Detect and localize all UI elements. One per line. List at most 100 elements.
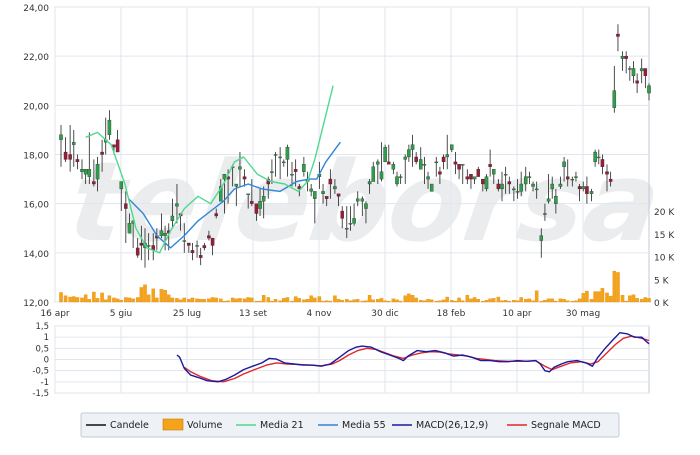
candle-body bbox=[628, 68, 632, 70]
candle-body bbox=[345, 228, 349, 230]
volume-bar bbox=[119, 300, 124, 303]
candle-body bbox=[124, 203, 128, 209]
volume-bar bbox=[624, 300, 628, 303]
volume-bar bbox=[234, 298, 239, 303]
candle-body bbox=[107, 119, 112, 135]
volume-bar bbox=[410, 295, 415, 303]
volume-bar bbox=[166, 294, 171, 303]
candle-body bbox=[558, 183, 563, 187]
volume-tick-label: 5 K bbox=[654, 276, 670, 286]
volume-bar bbox=[391, 298, 396, 303]
volume-bar bbox=[438, 300, 442, 303]
volume-bar bbox=[187, 299, 191, 303]
volume-bar bbox=[80, 297, 84, 303]
volume-bar bbox=[367, 295, 372, 303]
candle-body bbox=[182, 240, 187, 242]
legend-label: Media 55 bbox=[342, 420, 386, 431]
volume-bar bbox=[170, 297, 175, 303]
volume-bar bbox=[328, 300, 333, 303]
macd-y-tick-label: 1,5 bbox=[35, 322, 49, 332]
candle-body bbox=[83, 169, 88, 175]
candle-body bbox=[63, 151, 68, 160]
legend: Candele Volume Media 21 Media 55 MACD(26,12,… bbox=[80, 412, 620, 438]
volume-bar bbox=[115, 298, 120, 303]
candle-body bbox=[441, 156, 446, 163]
candle-body bbox=[282, 161, 286, 164]
volume-tick-label: 10 K bbox=[654, 254, 675, 264]
candle-body bbox=[198, 255, 203, 258]
candle-body bbox=[309, 188, 313, 192]
volume-bar bbox=[178, 299, 183, 303]
x-tick-label: 4 nov bbox=[306, 309, 332, 319]
volume-bar bbox=[278, 300, 282, 303]
volume-bar bbox=[92, 291, 96, 303]
candle-body bbox=[238, 166, 242, 170]
volume-bar bbox=[68, 296, 72, 303]
candle-body bbox=[429, 183, 434, 192]
candle-body bbox=[414, 156, 418, 163]
volume-bar bbox=[155, 297, 159, 303]
candle-body bbox=[492, 169, 496, 175]
volume-bar bbox=[492, 298, 496, 303]
candle-body bbox=[115, 139, 120, 153]
candle-body bbox=[531, 183, 535, 187]
candle-body bbox=[426, 176, 430, 180]
candle-body bbox=[242, 176, 247, 180]
volume-bar bbox=[539, 300, 544, 303]
candle-body bbox=[608, 178, 613, 182]
candle-body bbox=[616, 33, 620, 37]
volume-bar bbox=[293, 296, 298, 303]
volume-bar bbox=[83, 294, 88, 303]
candle-body bbox=[620, 56, 625, 59]
volume-bar bbox=[476, 299, 481, 303]
candle-body bbox=[460, 164, 465, 166]
x-tick-label: 30 mag bbox=[566, 309, 600, 319]
candle-body bbox=[445, 154, 449, 158]
volume-bar bbox=[562, 299, 566, 303]
volume-bar bbox=[500, 300, 504, 303]
volume-bar bbox=[163, 290, 167, 303]
volume-bar bbox=[558, 298, 563, 303]
volume-bar bbox=[593, 291, 597, 303]
candle-body bbox=[328, 178, 333, 185]
candle-body bbox=[574, 176, 578, 178]
volume-bar bbox=[159, 289, 164, 303]
candle-body bbox=[159, 230, 164, 236]
volume-bar bbox=[210, 297, 215, 303]
volume-bar bbox=[100, 292, 104, 303]
candle-body bbox=[207, 235, 211, 239]
candle-body bbox=[450, 144, 454, 150]
candle-body bbox=[210, 237, 215, 246]
volume-bar bbox=[360, 300, 365, 303]
volume-bar bbox=[647, 298, 651, 303]
candle-body bbox=[496, 183, 501, 190]
volume-bar bbox=[266, 297, 271, 303]
volume-bar bbox=[469, 298, 473, 303]
volume-bar bbox=[577, 298, 582, 303]
volume-bar bbox=[87, 299, 92, 303]
x-tick-label: 10 apr bbox=[502, 309, 532, 319]
x-tick-label: 13 set bbox=[239, 309, 268, 319]
candle-body bbox=[360, 198, 365, 202]
candle-body bbox=[589, 191, 594, 194]
candle-body bbox=[187, 242, 191, 246]
volume-bar bbox=[182, 297, 187, 303]
volume-bar bbox=[503, 300, 508, 303]
volume-bar bbox=[371, 299, 376, 303]
volume-bar bbox=[139, 287, 144, 303]
candle-body bbox=[543, 213, 547, 215]
volume-bar bbox=[519, 297, 523, 303]
volume-bar bbox=[273, 299, 278, 303]
volume-bar bbox=[589, 299, 594, 303]
volume-bar bbox=[302, 299, 306, 303]
x-tick-label: 16 apr bbox=[40, 309, 70, 319]
volume-bar bbox=[95, 298, 100, 303]
volume-bar bbox=[507, 300, 512, 303]
volume-bar bbox=[345, 299, 349, 303]
volume-bar bbox=[309, 295, 313, 303]
volume-bar bbox=[565, 300, 570, 303]
y-tick-label: 16,00 bbox=[23, 201, 49, 211]
candle-body bbox=[170, 215, 175, 222]
volume-bar bbox=[445, 296, 449, 303]
candle-body bbox=[202, 245, 207, 249]
